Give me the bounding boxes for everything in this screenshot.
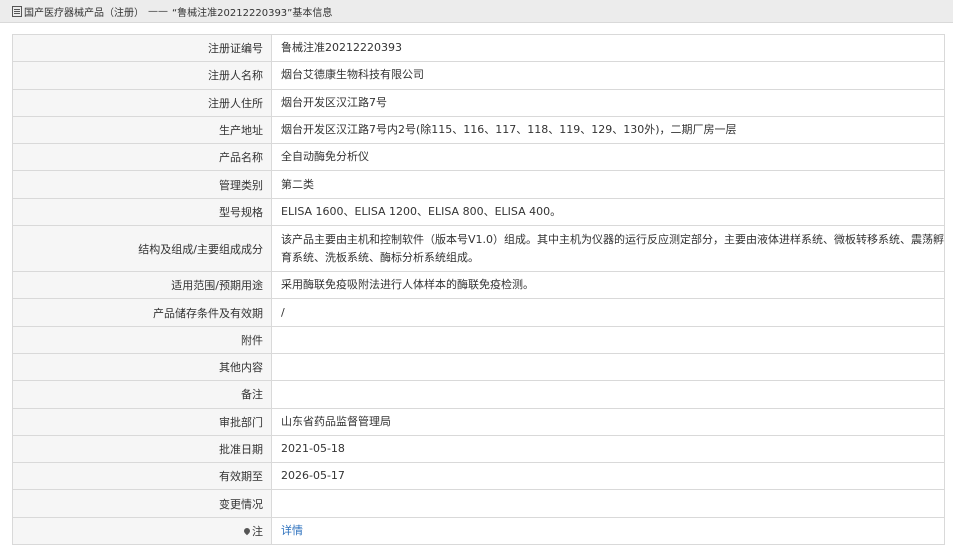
table-row: 注册人名称 烟台艾德康生物科技有限公司 <box>12 61 945 90</box>
row-value <box>271 325 945 354</box>
row-label: 附件 <box>12 325 272 354</box>
table-row: 审批部门 山东省药品监督管理局 <box>12 407 945 436</box>
row-value: 第二类 <box>271 170 945 199</box>
row-value: / <box>271 298 945 327</box>
breadcrumb-item: “鲁械注准20212220393” <box>172 7 293 19</box>
table-row: 型号规格 ELISA 1600、ELISA 1200、ELISA 800、ELI… <box>12 197 945 227</box>
row-label: 注册证编号 <box>12 33 272 63</box>
row-label: 注册人住所 <box>12 88 272 117</box>
table-row: 其他内容 <box>12 352 945 382</box>
row-value: 山东省药品监督管理局 <box>271 407 945 436</box>
table-row: 管理类别 第二类 <box>12 170 945 199</box>
document-icon <box>12 5 22 17</box>
row-value <box>271 380 945 409</box>
table-row: 注册证编号 鲁械注准20212220393 <box>12 33 945 63</box>
table-row-note: 注 详情 <box>12 516 945 546</box>
table-row: 产品储存条件及有效期 / <box>12 298 945 327</box>
row-label: 结构及组成/主要组成成分 <box>12 225 272 273</box>
note-value-cell: 详情 <box>271 516 945 546</box>
row-label: 产品储存条件及有效期 <box>12 298 272 327</box>
row-label: 备注 <box>12 380 272 409</box>
row-value: 烟台开发区汉江路7号内2号(除115、116、117、118、119、129、1… <box>271 115 945 145</box>
row-label: 生产地址 <box>12 115 272 145</box>
row-value: 鲁械注准20212220393 <box>271 33 945 63</box>
breadcrumb-category[interactable]: 国产医疗器械产品（注册） <box>24 4 144 19</box>
table-row: 适用范围/预期用途 采用酶联免疫吸附法进行人体样本的酶联免疫检测。 <box>12 271 945 300</box>
row-label: 注册人名称 <box>12 61 272 90</box>
table-row: 结构及组成/主要组成成分 该产品主要由主机和控制软件（版本号V1.0）组成。其中… <box>12 225 945 273</box>
row-value <box>271 352 945 382</box>
row-value: 烟台开发区汉江路7号 <box>271 88 945 117</box>
details-link[interactable]: 详情 <box>281 524 303 537</box>
table-row: 备注 <box>12 380 945 409</box>
detail-table-container: 注册证编号 鲁械注准20212220393 注册人名称 烟台艾德康生物科技有限公… <box>12 33 945 546</box>
breadcrumb-separator: —— <box>148 5 168 17</box>
row-value: 2021-05-18 <box>271 434 945 464</box>
row-label: 型号规格 <box>12 197 272 227</box>
breadcrumb: 国产医疗器械产品（注册） —— “鲁械注准20212220393” 基本信息 <box>0 0 953 23</box>
row-value: 该产品主要由主机和控制软件（版本号V1.0）组成。其中主机为仪器的运行反应测定部… <box>271 225 945 273</box>
row-label: 其他内容 <box>12 352 272 382</box>
table-row: 变更情况 <box>12 489 945 518</box>
table-row: 注册人住所 烟台开发区汉江路7号 <box>12 88 945 117</box>
row-value: 2026-05-17 <box>271 462 945 491</box>
note-label: 注 <box>252 524 263 538</box>
row-value: 烟台艾德康生物科技有限公司 <box>271 61 945 90</box>
row-value: 采用酶联免疫吸附法进行人体样本的酶联免疫检测。 <box>271 271 945 300</box>
table-row: 批准日期 2021-05-18 <box>12 434 945 464</box>
table-row: 产品名称 全自动酶免分析仪 <box>12 143 945 172</box>
row-label: 适用范围/预期用途 <box>12 271 272 300</box>
note-label-cell: 注 <box>12 516 272 546</box>
row-value <box>271 489 945 518</box>
row-value: ELISA 1600、ELISA 1200、ELISA 800、ELISA 40… <box>271 197 945 227</box>
table-row: 有效期至 2026-05-17 <box>12 462 945 491</box>
table-row: 生产地址 烟台开发区汉江路7号内2号(除115、116、117、118、119、… <box>12 115 945 145</box>
row-label: 产品名称 <box>12 143 272 172</box>
row-label: 管理类别 <box>12 170 272 199</box>
row-label: 变更情况 <box>12 489 272 518</box>
table-row: 附件 <box>12 325 945 354</box>
pin-icon <box>242 526 252 536</box>
registration-detail-table: 注册证编号 鲁械注准20212220393 注册人名称 烟台艾德康生物科技有限公… <box>12 33 945 546</box>
row-label: 有效期至 <box>12 462 272 491</box>
row-value: 全自动酶免分析仪 <box>271 143 945 172</box>
row-label: 审批部门 <box>12 407 272 436</box>
row-label: 批准日期 <box>12 434 272 464</box>
breadcrumb-suffix: 基本信息 <box>292 7 333 19</box>
